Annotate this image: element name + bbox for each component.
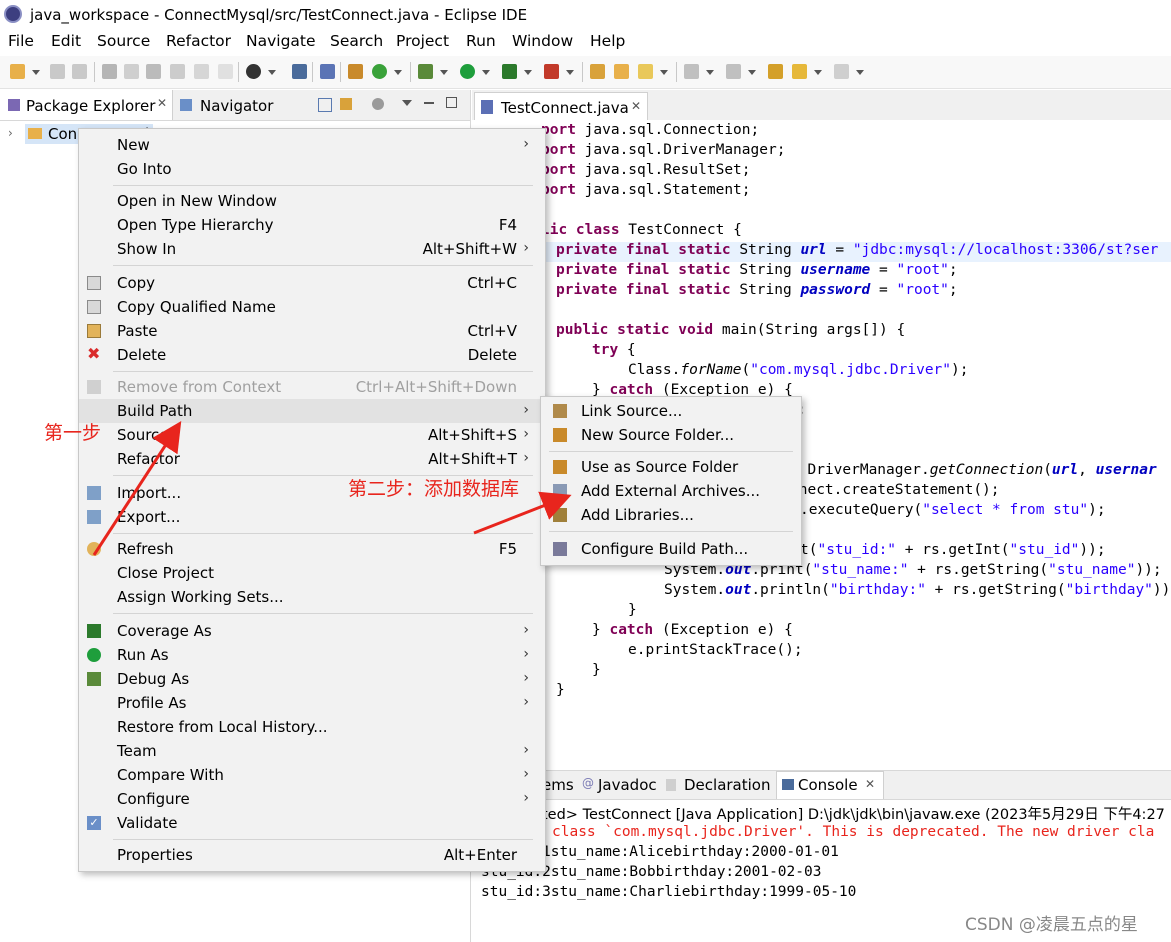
step1-arrow xyxy=(92,420,182,556)
annotation-step1: 第一步 xyxy=(44,422,102,444)
annotation-step2: 第二步：添加数据库 xyxy=(348,478,520,500)
watermark: CSDN @凌晨五点的星 xyxy=(965,915,1138,935)
annotation-arrows xyxy=(92,420,572,556)
step2-arrow xyxy=(473,491,572,535)
